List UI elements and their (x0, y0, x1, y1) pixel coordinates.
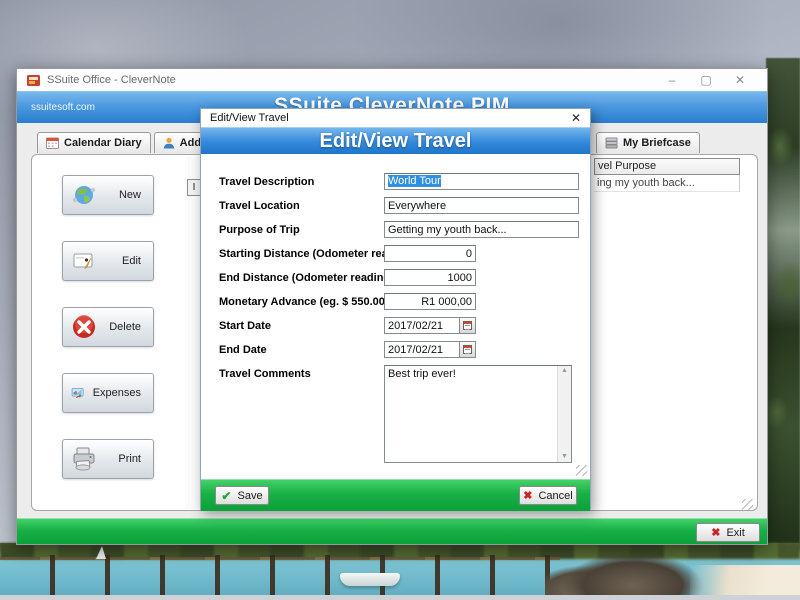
grid-cell[interactable]: ing my youth back... (594, 175, 740, 192)
scroll-down-icon[interactable]: ▼ (561, 453, 568, 461)
dialog-action-bar: ✔ Save ✖ Cancel (201, 479, 590, 511)
exit-x-icon: ✖ (711, 527, 721, 539)
field-label-monetary-advance: Monetary Advance (eg. $ 550.00) (219, 296, 389, 308)
edit-pencil-icon (73, 253, 93, 270)
button-label: Print (118, 453, 141, 465)
sailboat (96, 546, 106, 559)
palm-foliage (766, 58, 800, 550)
travel-location-input[interactable] (384, 197, 579, 214)
grid-row-selector[interactable]: I (187, 179, 201, 196)
dialog-title: Edit/View Travel (210, 112, 289, 124)
button-label: Expenses (92, 387, 141, 399)
button-label: Delete (109, 321, 141, 333)
purpose-of-trip-input[interactable] (384, 221, 579, 238)
delete-x-icon (73, 315, 95, 338)
close-button[interactable]: ✕ (723, 70, 757, 90)
calendar-picker-icon (463, 321, 472, 330)
exit-label: Exit (726, 526, 745, 539)
scroll-up-icon[interactable]: ▲ (561, 367, 568, 375)
desktop: SSuite Office - CleverNote – ▢ ✕ ssuites… (0, 0, 800, 600)
rowboat (340, 573, 400, 586)
pier-posts (0, 555, 560, 597)
dialog-close-icon[interactable]: ✕ (571, 110, 581, 126)
travel-grid: vel Purpose ing my youth back... (594, 158, 740, 192)
cancel-x-icon: ✖ (523, 490, 533, 502)
tab-my-briefcase[interactable]: My Briefcase (596, 132, 700, 153)
expenses-button[interactable]: Expenses (62, 373, 154, 413)
chart-icon (71, 387, 84, 399)
tab-label: My Briefcase (623, 137, 691, 149)
new-button[interactable]: New (62, 175, 154, 215)
cancel-label: Cancel (538, 489, 573, 502)
window-titlebar[interactable]: SSuite Office - CleverNote – ▢ ✕ (17, 69, 767, 91)
beach-scene (0, 543, 800, 600)
minimize-button[interactable]: – (655, 70, 689, 90)
person-icon (163, 137, 174, 149)
dialog-resize-grip[interactable] (576, 465, 587, 476)
window-action-bar: ✖ Exit (17, 518, 767, 544)
panel-resize-grip (742, 499, 753, 510)
calendar-picker-icon (463, 345, 472, 354)
printer-icon (73, 447, 95, 471)
dialog-banner: Edit/View Travel (201, 127, 590, 154)
app-icon (27, 74, 40, 86)
travel-comments-textarea[interactable]: Best trip ever! (385, 366, 557, 462)
field-label-start-date: Start Date (219, 320, 271, 332)
window-title: SSuite Office - CleverNote (47, 74, 176, 86)
start-date-picker-button[interactable] (459, 317, 476, 334)
edit-button[interactable]: Edit (62, 241, 154, 281)
dialog-titlebar[interactable]: Edit/View Travel ✕ (201, 109, 590, 127)
globe-icon (72, 186, 96, 204)
check-icon: ✔ (221, 488, 232, 503)
grid-column-header[interactable]: vel Purpose (594, 158, 740, 175)
selected-text: World Tour (388, 175, 441, 187)
start-date-input[interactable] (384, 317, 459, 334)
button-label: Edit (122, 255, 141, 267)
screen-edge (0, 595, 800, 600)
cancel-button[interactable]: ✖ Cancel (519, 486, 577, 505)
monetary-advance-input[interactable] (384, 293, 476, 310)
end-distance-input[interactable] (384, 269, 476, 286)
rocks (545, 551, 705, 600)
field-label-travel-comments: Travel Comments (219, 368, 311, 380)
maximize-button[interactable]: ▢ (689, 70, 723, 90)
edit-view-travel-dialog: Edit/View Travel ✕ Edit/View Travel Trav… (200, 108, 591, 511)
button-label: New (118, 189, 141, 201)
starting-distance-input[interactable] (384, 245, 476, 262)
end-date-input[interactable] (384, 341, 459, 358)
save-label: Save (237, 489, 263, 502)
save-button[interactable]: ✔ Save (215, 486, 269, 505)
tab-calendar-diary[interactable]: Calendar Diary (37, 132, 151, 153)
field-label-end-date: End Date (219, 344, 267, 356)
exit-button[interactable]: ✖ Exit (696, 523, 760, 542)
delete-button[interactable]: Delete (62, 307, 154, 347)
field-label-end-distance: End Distance (Odometer reading) (219, 272, 394, 284)
briefcase-icon (605, 137, 618, 149)
travel-description-input[interactable]: World Tour (384, 173, 579, 190)
end-date-picker-button[interactable] (459, 341, 476, 358)
field-label-travel-description: Travel Description (219, 176, 315, 188)
textarea-scrollbar[interactable]: ▲ ▼ (557, 366, 571, 462)
print-button[interactable]: Print (62, 439, 154, 479)
calendar-icon (46, 137, 59, 149)
field-label-purpose-of-trip: Purpose of Trip (219, 224, 300, 236)
field-label-travel-location: Travel Location (219, 200, 300, 212)
tab-label: Calendar Diary (64, 137, 142, 149)
